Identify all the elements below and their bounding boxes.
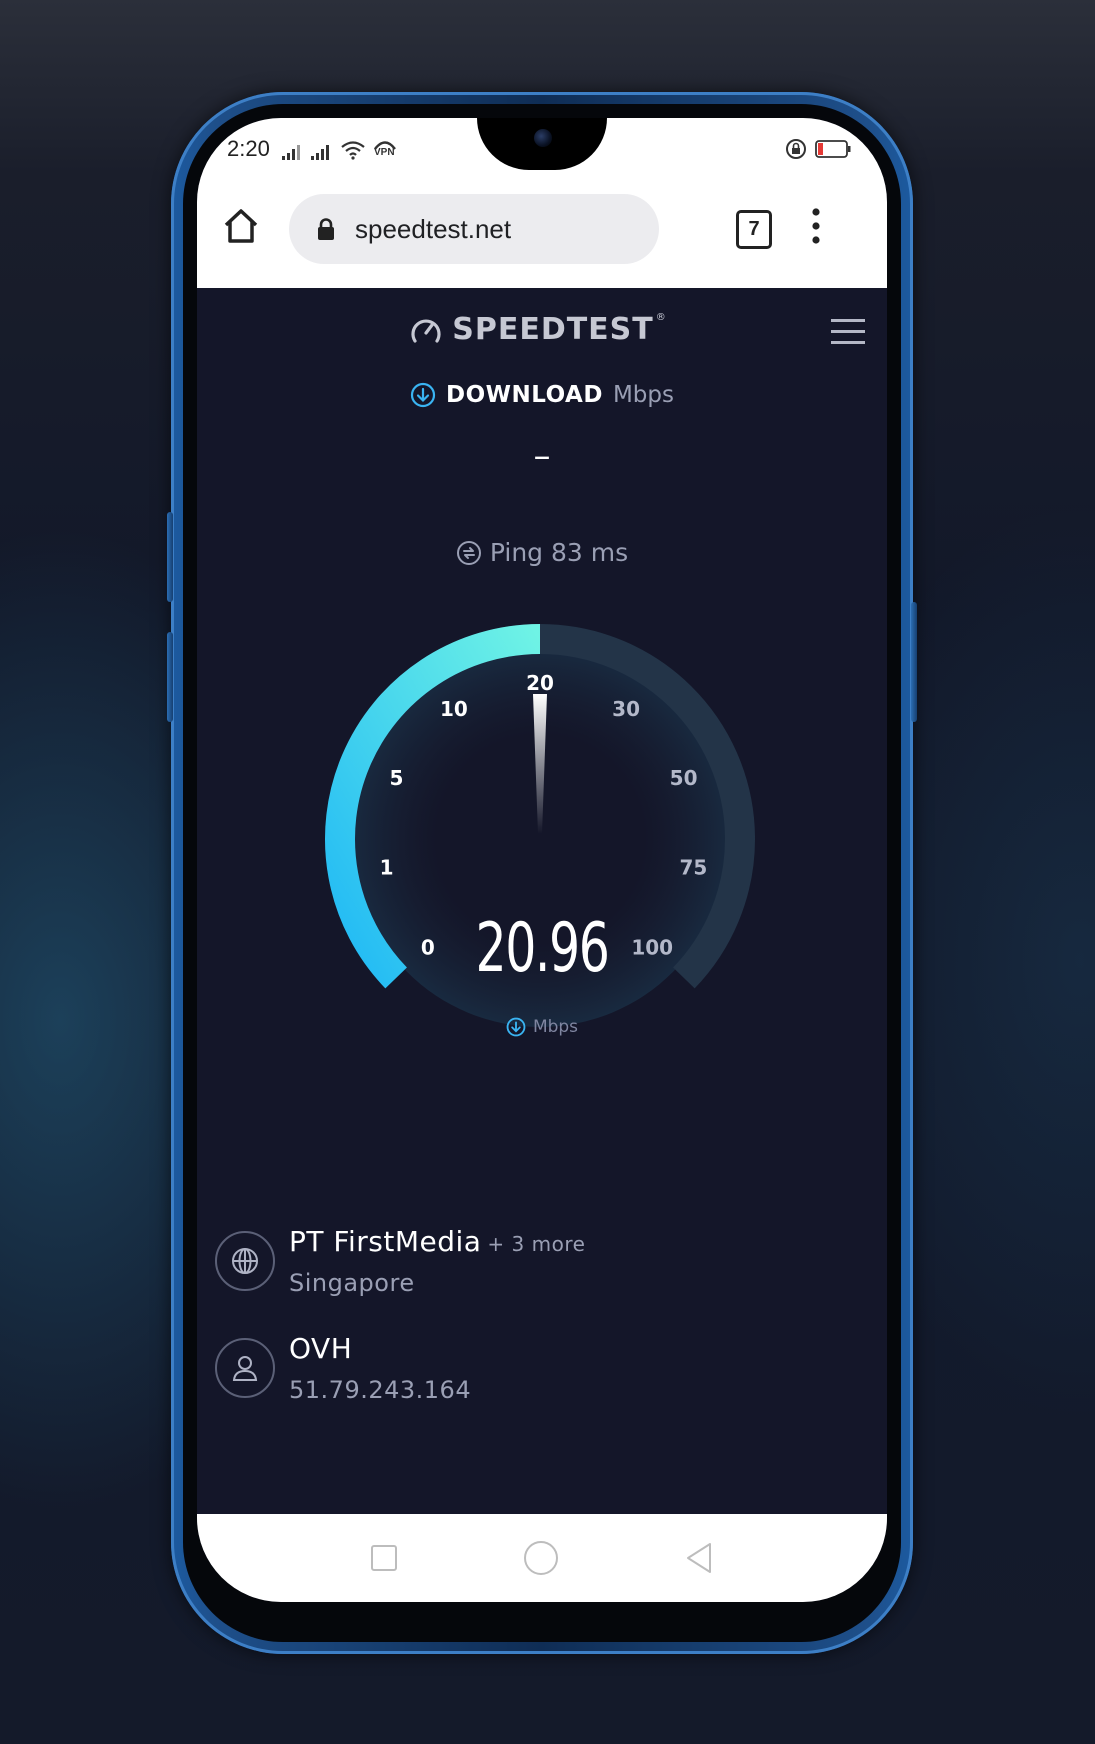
status-time: 2:20 (227, 136, 270, 161)
browser-toolbar: speedtest.net 7 (197, 178, 887, 288)
download-arrow-icon (506, 1017, 526, 1037)
gauge-tick-label: 1 (380, 855, 394, 879)
back-icon[interactable] (684, 1542, 714, 1574)
gauge-tick-label: 75 (679, 855, 707, 879)
tab-count: 7 (748, 218, 760, 240)
status-icons-left: VPN (282, 138, 397, 160)
phone-button-left (167, 512, 173, 602)
more-vert-icon[interactable] (809, 206, 823, 246)
server-ip: 51.79.243.164 (289, 1376, 472, 1404)
current-speed: 20.96 (475, 909, 610, 988)
battery-low-icon (815, 140, 851, 158)
user-icon (215, 1338, 275, 1398)
url-text[interactable]: speedtest.net (355, 214, 511, 245)
gauge-tick-label: 5 (389, 766, 403, 790)
lock-icon (318, 218, 334, 240)
phone-button-right (911, 602, 917, 722)
vpn-icon: VPN (373, 138, 397, 160)
globe-icon (215, 1231, 275, 1291)
phone-screen: 2:20 VPN speedtest.net 7 SPEEDTEST ® DOW… (197, 118, 887, 1602)
notch (477, 118, 607, 178)
isp-more-link[interactable]: + 3 more (487, 1232, 585, 1256)
status-icons-right (785, 138, 851, 160)
current-speed-unit-row: Mbps (197, 1017, 887, 1037)
phone-frame: 2:20 VPN speedtest.net 7 SPEEDTEST ® DOW… (167, 92, 917, 1654)
isp-name: PT FirstMedia (289, 1225, 482, 1258)
android-nav-bar (197, 1514, 887, 1602)
gauge-tick-label: 20 (526, 671, 554, 695)
vpn-label: VPN (374, 147, 395, 158)
gauge-tick-label: 10 (440, 697, 468, 721)
home-circle-icon[interactable] (523, 1540, 559, 1576)
gauge-tick-label: 50 (670, 766, 698, 790)
phone-button-left (167, 632, 173, 722)
speedtest-app: SPEEDTEST ® DOWNLOAD Mbps – Ping 83 ms 0… (197, 288, 887, 1514)
address-bar[interactable]: speedtest.net (289, 194, 659, 264)
speed-gauge: 0151020305075100 (325, 624, 755, 1027)
current-speed-unit: Mbps (532, 1017, 579, 1037)
status-bar: 2:20 VPN (197, 118, 887, 178)
server-name: OVH (289, 1332, 353, 1365)
rotation-lock-icon (786, 139, 806, 159)
front-camera (534, 129, 552, 147)
home-icon[interactable] (221, 206, 261, 246)
signal-2-icon (311, 145, 329, 160)
isp-location: Singapore (289, 1269, 415, 1297)
wifi-icon (341, 141, 365, 160)
signal-1-icon (282, 145, 300, 160)
recent-apps-icon[interactable] (370, 1544, 398, 1572)
gauge-tick-label: 30 (612, 697, 640, 721)
tab-switcher-button[interactable]: 7 (736, 210, 772, 249)
